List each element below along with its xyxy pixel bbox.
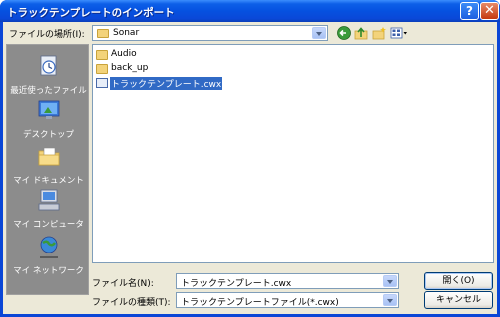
look-in-value: Sonar xyxy=(113,28,140,38)
folder-icon xyxy=(96,64,108,74)
cancel-button[interactable]: キャンセル xyxy=(424,291,493,309)
my-computer-icon xyxy=(38,189,59,211)
filename-field[interactable]: トラックテンプレート.cwx xyxy=(176,273,399,289)
look-in-label: ファイルの場所(I): xyxy=(9,30,85,40)
window-title: トラックテンプレートのインポート xyxy=(7,7,175,19)
up-folder-icon[interactable] xyxy=(354,26,368,40)
template-file-icon xyxy=(96,78,108,88)
filetype-value: トラックテンプレートファイル(*.cwx) xyxy=(181,298,339,308)
filetype-select[interactable]: トラックテンプレートファイル(*.cwx) xyxy=(176,292,399,308)
chevron-down-icon[interactable] xyxy=(312,27,326,39)
look-in-combo[interactable]: Sonar xyxy=(92,25,328,41)
place-desktop[interactable]: デスクトップ xyxy=(7,97,90,140)
new-folder-icon[interactable] xyxy=(372,26,386,40)
place-my-documents[interactable]: マイ ドキュメント xyxy=(7,143,90,186)
filename-value: トラックテンプレート.cwx xyxy=(181,279,292,289)
dialog-body: ファイルの場所(I): Sonar 最近使ったファイル デスクトップ マイ ドキ… xyxy=(3,22,497,314)
place-my-network[interactable]: マイ ネットワーク xyxy=(7,233,90,276)
my-network-icon xyxy=(39,236,58,258)
open-button[interactable]: 開く(O) xyxy=(424,272,493,290)
place-label: マイ コンピュータ xyxy=(13,220,84,230)
filetype-label: ファイルの種類(T): xyxy=(92,298,171,308)
view-menu-icon[interactable] xyxy=(390,26,408,40)
back-icon[interactable] xyxy=(337,26,351,40)
place-recent[interactable]: 最近使ったファイル xyxy=(7,53,90,96)
dialog-window: トラックテンプレートのインポート ? ✕ ファイルの場所(I): Sonar 最… xyxy=(0,0,500,317)
place-my-computer[interactable]: マイ コンピュータ xyxy=(7,187,90,230)
folder-icon xyxy=(96,50,108,60)
desktop-icon xyxy=(38,100,59,119)
title-bar[interactable]: トラックテンプレートのインポート ? ✕ xyxy=(0,0,500,22)
chevron-down-icon[interactable] xyxy=(383,275,397,287)
folder-icon xyxy=(97,29,109,38)
file-name: Audio xyxy=(111,49,137,59)
file-name: トラックテンプレート.cwx xyxy=(110,77,223,90)
places-bar: 最近使ったファイル デスクトップ マイ ドキュメント マイ コンピュータ マイ … xyxy=(6,44,89,295)
place-label: 最近使ったファイル xyxy=(10,86,87,96)
place-label: マイ ドキュメント xyxy=(13,176,84,186)
place-label: デスクトップ xyxy=(22,130,74,140)
chevron-down-icon[interactable] xyxy=(383,294,397,306)
place-label: マイ ネットワーク xyxy=(13,266,84,276)
my-documents-icon xyxy=(38,147,59,166)
file-list[interactable]: Audio back_up トラックテンプレート.cwx xyxy=(92,44,494,263)
recent-files-icon xyxy=(40,55,56,76)
file-name: back_up xyxy=(111,63,149,73)
filename-label: ファイル名(N): xyxy=(92,279,154,289)
close-button[interactable]: ✕ xyxy=(480,2,499,20)
help-button[interactable]: ? xyxy=(460,2,479,20)
